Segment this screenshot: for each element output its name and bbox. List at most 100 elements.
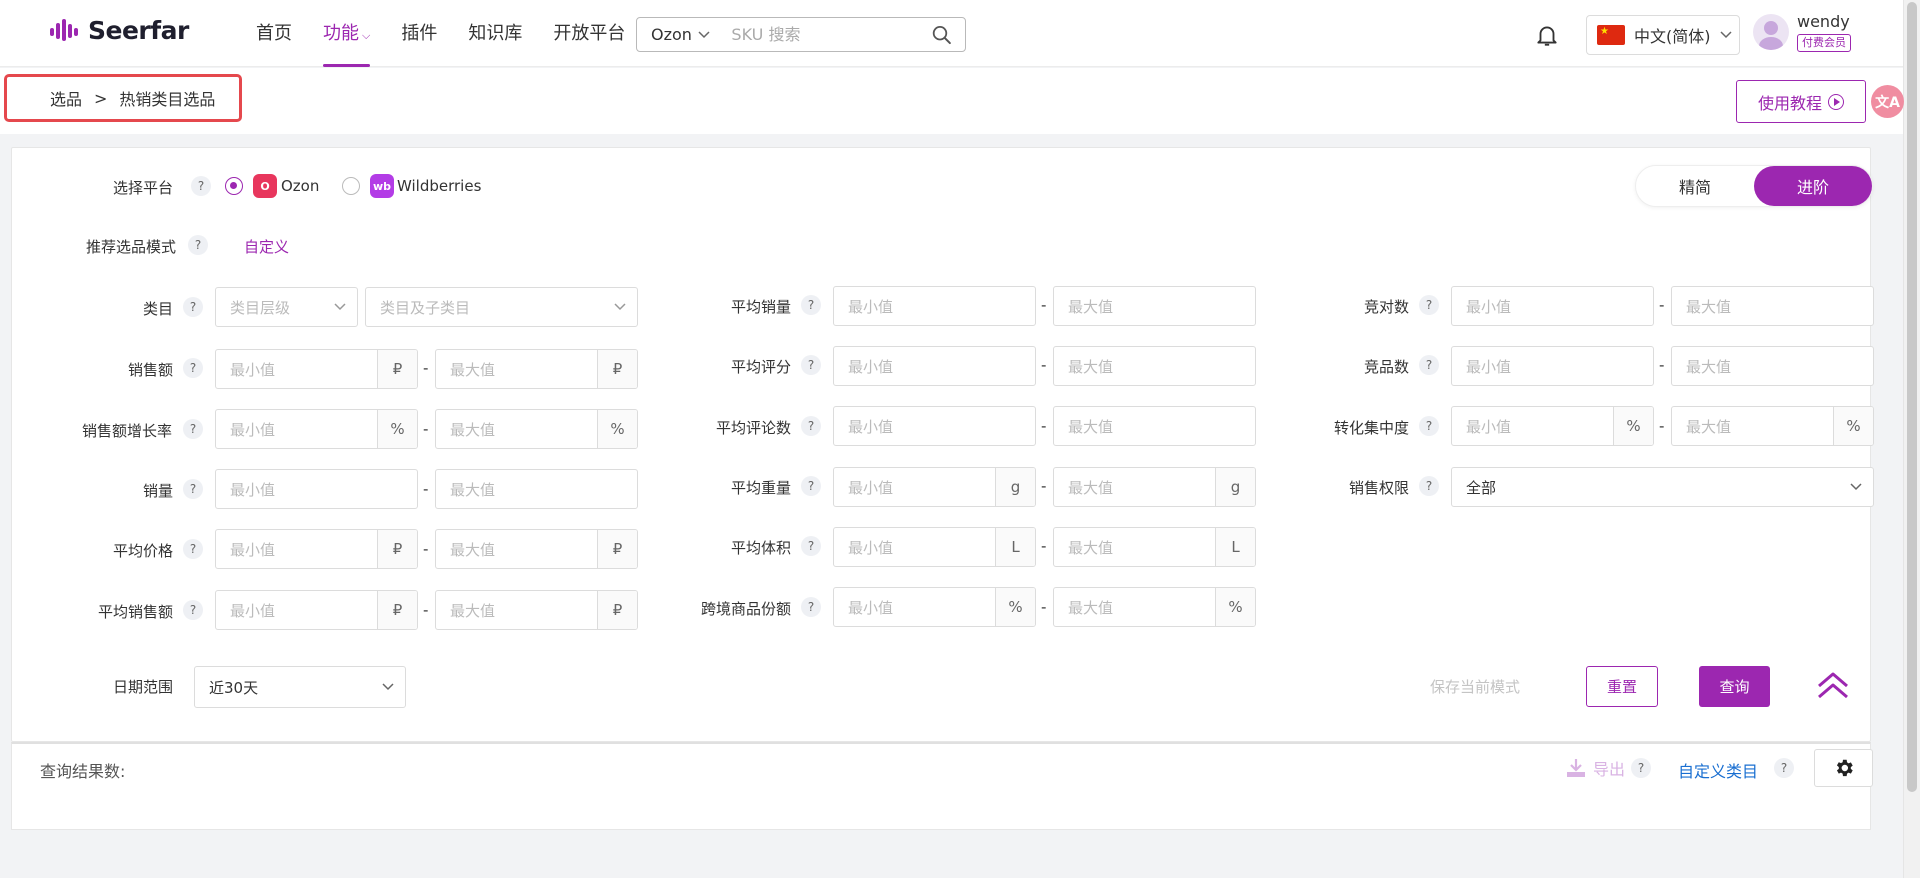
help-icon[interactable]: ?: [801, 416, 821, 436]
avg-sales-amount-max[interactable]: 最大值 ₽: [435, 590, 638, 630]
language-select[interactable]: 中文(简体): [1586, 15, 1740, 55]
date-range-select[interactable]: 近30天: [194, 666, 406, 708]
crossborder-share-max[interactable]: 最大值%: [1053, 587, 1256, 627]
help-icon[interactable]: ?: [188, 235, 208, 255]
avg-rating-max[interactable]: 最大值: [1053, 346, 1256, 386]
search-platform-select[interactable]: Ozon: [637, 25, 731, 44]
help-icon[interactable]: ?: [1631, 758, 1652, 778]
radio-ozon[interactable]: [225, 177, 243, 195]
placeholder: 最小值: [1466, 417, 1512, 436]
nav-label: 开放平台: [553, 23, 626, 44]
nav-label: 功能: [323, 23, 359, 44]
nav-item-knowledge[interactable]: 知识库: [458, 0, 532, 67]
conversion-concentration-min[interactable]: 最小值%: [1451, 406, 1654, 446]
placeholder: 最大值: [1686, 357, 1732, 376]
avg-sales-amount-min[interactable]: 最小值 ₽: [215, 590, 418, 630]
help-icon[interactable]: ?: [183, 539, 203, 559]
avg-size-max[interactable]: 最大值 L: [1053, 527, 1256, 567]
avg-weight-min[interactable]: 最小值 g: [833, 467, 1036, 507]
competing-products-max[interactable]: 最大值: [1671, 346, 1874, 386]
help-icon[interactable]: ?: [183, 419, 203, 439]
help-icon[interactable]: ?: [801, 476, 821, 496]
mode-advanced[interactable]: 进阶: [1754, 166, 1872, 206]
placeholder: 类目层级: [230, 298, 291, 317]
avg-volume-min[interactable]: 最小值: [833, 286, 1036, 326]
avg-size-min[interactable]: 最小值 L: [833, 527, 1036, 567]
scrollbar-thumb[interactable]: [1907, 2, 1917, 792]
language-label: 中文(简体): [1634, 27, 1711, 46]
category-level-select[interactable]: 类目层级: [215, 287, 358, 327]
help-icon[interactable]: ?: [801, 355, 821, 375]
placeholder: 类目及子类目: [380, 298, 471, 317]
placeholder: 最大值: [1068, 598, 1114, 617]
bell-icon[interactable]: [1534, 22, 1560, 48]
collapse-up-icon[interactable]: [1815, 668, 1851, 702]
range-dash: -: [1041, 296, 1047, 314]
sales-amount-min[interactable]: 最小值 ₽: [215, 349, 418, 389]
user-menu[interactable]: wendy 付费会员: [1753, 12, 1851, 52]
search-icon[interactable]: [931, 24, 953, 46]
sales-growth-min[interactable]: 最小值%: [215, 409, 418, 449]
search-input[interactable]: [731, 25, 932, 44]
recommend-mode-custom[interactable]: 自定义: [244, 236, 289, 257]
sales-volume-max[interactable]: 最大值: [435, 469, 638, 509]
conversion-concentration-max[interactable]: 最大值%: [1671, 406, 1874, 446]
logo[interactable]: Seerfar: [50, 16, 189, 45]
competitors-max[interactable]: 最大值: [1671, 286, 1874, 326]
sales-permission-select[interactable]: 全部: [1451, 467, 1874, 507]
mode-simple[interactable]: 精简: [1636, 166, 1754, 206]
help-icon[interactable]: ?: [801, 597, 821, 617]
platform-label: 选择平台: [113, 179, 174, 197]
top-navbar: Seerfar 首页 功能⌵ 插件 知识库 开放平台 Ozon 中文(简体) w…: [0, 0, 1903, 67]
help-icon[interactable]: ?: [183, 479, 203, 499]
page-scrollbar[interactable]: [1903, 0, 1920, 878]
avg-volume-max[interactable]: 最大值: [1053, 286, 1256, 326]
nav-item-open-platform[interactable]: 开放平台: [543, 0, 635, 67]
help-icon[interactable]: ?: [1419, 476, 1439, 496]
avg-rating-min[interactable]: 最小值: [833, 346, 1036, 386]
help-icon[interactable]: ?: [801, 295, 821, 315]
placeholder: 最小值: [848, 357, 894, 376]
category-sub-select[interactable]: 类目及子类目: [365, 287, 638, 327]
radio-wildberries[interactable]: [342, 177, 360, 195]
avg-weight-max[interactable]: 最大值 g: [1053, 467, 1256, 507]
nav-item-plugins[interactable]: 插件: [391, 0, 447, 67]
crossborder-share-min[interactable]: 最小值%: [833, 587, 1036, 627]
sales-volume-min[interactable]: 最小值: [215, 469, 418, 509]
avg-price-min[interactable]: 最小值 ₽: [215, 529, 418, 569]
avg-reviews-max[interactable]: 最大值: [1053, 406, 1256, 446]
help-icon[interactable]: ?: [183, 297, 203, 317]
nav-item-home[interactable]: 首页: [246, 0, 302, 67]
unit-label: L: [995, 528, 1035, 566]
help-icon[interactable]: ?: [1419, 416, 1439, 436]
competitors-min[interactable]: 最小值: [1451, 286, 1654, 326]
avg-reviews-min[interactable]: 最小值: [833, 406, 1036, 446]
breadcrumb-root[interactable]: 选品: [50, 86, 82, 110]
avg-price-max[interactable]: 最大值 ₽: [435, 529, 638, 569]
sales-volume-label: 销量: [143, 482, 174, 500]
competing-products-min[interactable]: 最小值: [1451, 346, 1654, 386]
reset-button[interactable]: 重置: [1586, 666, 1658, 707]
custom-category-link[interactable]: 自定义类目: [1678, 758, 1758, 782]
sales-growth-max[interactable]: 最大值%: [435, 409, 638, 449]
logo-icon: [50, 18, 78, 41]
help-icon[interactable]: ?: [1419, 355, 1439, 375]
help-icon[interactable]: ?: [183, 600, 203, 620]
tutorial-button[interactable]: 使用教程: [1736, 80, 1866, 123]
select-value: 近30天: [209, 678, 259, 697]
help-icon[interactable]: ?: [1419, 295, 1439, 315]
save-mode-button[interactable]: 保存当前模式: [1430, 676, 1520, 697]
export-button[interactable]: 导出 ?: [1565, 756, 1652, 780]
query-button[interactable]: 查询: [1699, 666, 1770, 707]
help-icon[interactable]: ?: [801, 536, 821, 556]
sales-amount-max[interactable]: 最大值 ₽: [435, 349, 638, 389]
translate-icon[interactable]: 文A: [1871, 85, 1904, 118]
placeholder: 最大值: [450, 420, 496, 439]
avatar: [1753, 14, 1789, 50]
nav-item-features[interactable]: 功能 ⌵: [313, 0, 380, 67]
competitors-label: 竞对数: [1364, 298, 1410, 316]
help-icon[interactable]: ?: [191, 176, 211, 196]
help-icon[interactable]: ?: [183, 358, 203, 378]
help-icon[interactable]: ?: [1774, 758, 1794, 778]
settings-button[interactable]: [1814, 749, 1873, 787]
